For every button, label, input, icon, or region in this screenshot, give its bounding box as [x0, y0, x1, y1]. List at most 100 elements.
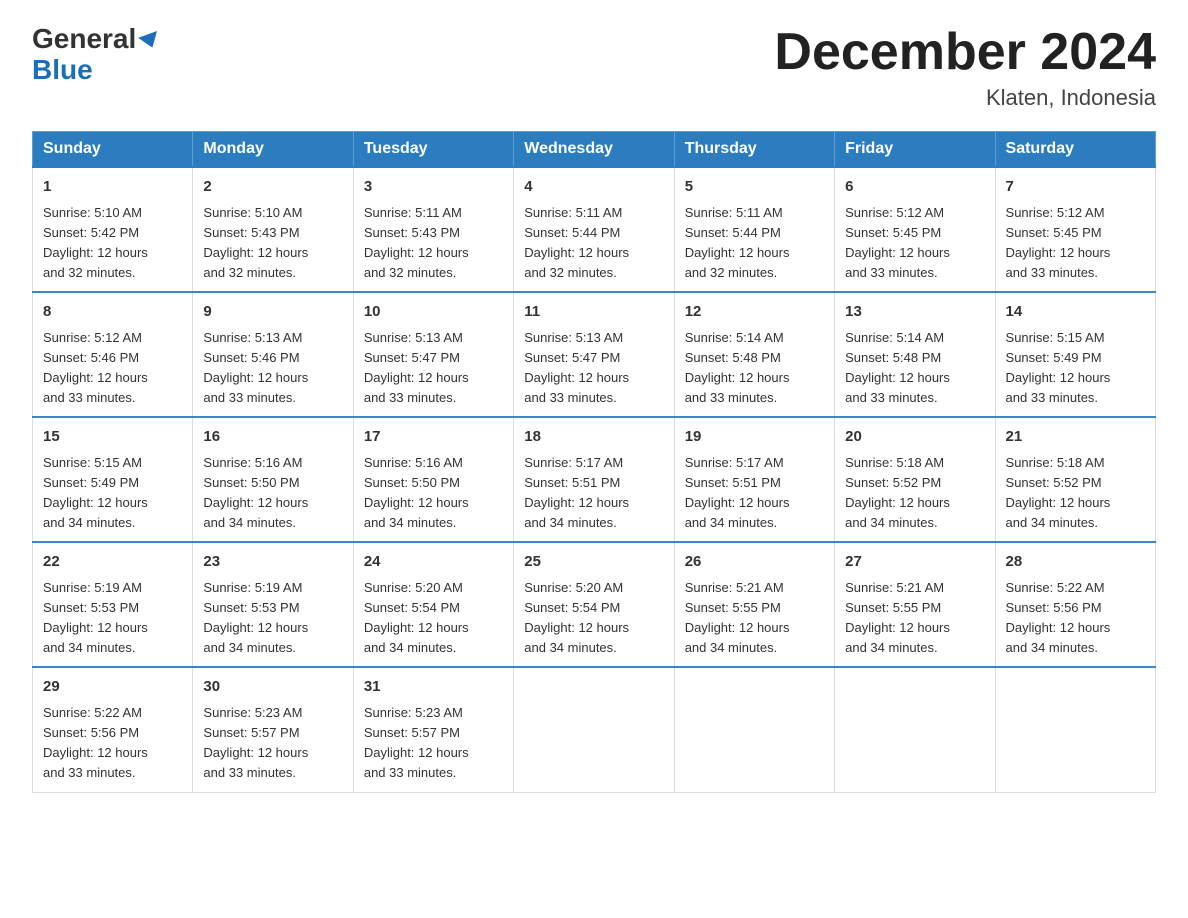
day-number: 30 — [203, 676, 342, 699]
calendar-week-row: 22 Sunrise: 5:19 AMSunset: 5:53 PMDaylig… — [33, 542, 1156, 667]
calendar-cell — [995, 667, 1155, 792]
day-number: 11 — [524, 301, 663, 324]
calendar-cell: 9 Sunrise: 5:13 AMSunset: 5:46 PMDayligh… — [193, 292, 353, 417]
day-number: 10 — [364, 301, 503, 324]
calendar-cell: 17 Sunrise: 5:16 AMSunset: 5:50 PMDaylig… — [353, 417, 513, 542]
calendar-cell — [835, 667, 995, 792]
day-info: Sunrise: 5:17 AMSunset: 5:51 PMDaylight:… — [685, 455, 790, 530]
calendar-cell: 27 Sunrise: 5:21 AMSunset: 5:55 PMDaylig… — [835, 542, 995, 667]
day-info: Sunrise: 5:21 AMSunset: 5:55 PMDaylight:… — [685, 580, 790, 655]
day-number: 12 — [685, 301, 824, 324]
calendar-header-row: SundayMondayTuesdayWednesdayThursdayFrid… — [33, 132, 1156, 168]
day-info: Sunrise: 5:19 AMSunset: 5:53 PMDaylight:… — [43, 580, 148, 655]
day-info: Sunrise: 5:20 AMSunset: 5:54 PMDaylight:… — [364, 580, 469, 655]
logo: General Blue — [32, 24, 160, 86]
day-info: Sunrise: 5:18 AMSunset: 5:52 PMDaylight:… — [1006, 455, 1111, 530]
page-header: General Blue December 2024 Klaten, Indon… — [32, 24, 1156, 111]
calendar-cell: 31 Sunrise: 5:23 AMSunset: 5:57 PMDaylig… — [353, 667, 513, 792]
calendar-week-row: 1 Sunrise: 5:10 AMSunset: 5:42 PMDayligh… — [33, 167, 1156, 292]
day-header-thursday: Thursday — [674, 132, 834, 168]
day-info: Sunrise: 5:15 AMSunset: 5:49 PMDaylight:… — [1006, 330, 1111, 405]
day-info: Sunrise: 5:12 AMSunset: 5:45 PMDaylight:… — [1006, 205, 1111, 280]
calendar-cell: 23 Sunrise: 5:19 AMSunset: 5:53 PMDaylig… — [193, 542, 353, 667]
day-number: 31 — [364, 676, 503, 699]
day-number: 2 — [203, 176, 342, 199]
calendar-cell: 13 Sunrise: 5:14 AMSunset: 5:48 PMDaylig… — [835, 292, 995, 417]
day-number: 4 — [524, 176, 663, 199]
day-info: Sunrise: 5:16 AMSunset: 5:50 PMDaylight:… — [203, 455, 308, 530]
day-info: Sunrise: 5:21 AMSunset: 5:55 PMDaylight:… — [845, 580, 950, 655]
day-number: 25 — [524, 551, 663, 574]
day-info: Sunrise: 5:15 AMSunset: 5:49 PMDaylight:… — [43, 455, 148, 530]
calendar-cell: 1 Sunrise: 5:10 AMSunset: 5:42 PMDayligh… — [33, 167, 193, 292]
day-number: 23 — [203, 551, 342, 574]
day-number: 17 — [364, 426, 503, 449]
day-info: Sunrise: 5:11 AMSunset: 5:44 PMDaylight:… — [524, 205, 629, 280]
day-info: Sunrise: 5:17 AMSunset: 5:51 PMDaylight:… — [524, 455, 629, 530]
day-number: 18 — [524, 426, 663, 449]
day-number: 29 — [43, 676, 182, 699]
calendar-cell: 25 Sunrise: 5:20 AMSunset: 5:54 PMDaylig… — [514, 542, 674, 667]
day-number: 16 — [203, 426, 342, 449]
day-number: 6 — [845, 176, 984, 199]
day-number: 21 — [1006, 426, 1145, 449]
calendar-cell: 15 Sunrise: 5:15 AMSunset: 5:49 PMDaylig… — [33, 417, 193, 542]
day-number: 20 — [845, 426, 984, 449]
calendar-cell — [514, 667, 674, 792]
day-info: Sunrise: 5:18 AMSunset: 5:52 PMDaylight:… — [845, 455, 950, 530]
calendar-cell — [674, 667, 834, 792]
day-info: Sunrise: 5:13 AMSunset: 5:47 PMDaylight:… — [524, 330, 629, 405]
calendar-cell: 18 Sunrise: 5:17 AMSunset: 5:51 PMDaylig… — [514, 417, 674, 542]
calendar-cell: 10 Sunrise: 5:13 AMSunset: 5:47 PMDaylig… — [353, 292, 513, 417]
day-number: 1 — [43, 176, 182, 199]
day-number: 24 — [364, 551, 503, 574]
day-number: 28 — [1006, 551, 1145, 574]
day-info: Sunrise: 5:10 AMSunset: 5:43 PMDaylight:… — [203, 205, 308, 280]
day-info: Sunrise: 5:23 AMSunset: 5:57 PMDaylight:… — [364, 705, 469, 780]
calendar-cell: 3 Sunrise: 5:11 AMSunset: 5:43 PMDayligh… — [353, 167, 513, 292]
day-header-sunday: Sunday — [33, 132, 193, 168]
day-info: Sunrise: 5:22 AMSunset: 5:56 PMDaylight:… — [43, 705, 148, 780]
day-number: 19 — [685, 426, 824, 449]
calendar-cell: 12 Sunrise: 5:14 AMSunset: 5:48 PMDaylig… — [674, 292, 834, 417]
day-number: 26 — [685, 551, 824, 574]
calendar-week-row: 8 Sunrise: 5:12 AMSunset: 5:46 PMDayligh… — [33, 292, 1156, 417]
calendar-cell: 30 Sunrise: 5:23 AMSunset: 5:57 PMDaylig… — [193, 667, 353, 792]
calendar-cell: 19 Sunrise: 5:17 AMSunset: 5:51 PMDaylig… — [674, 417, 834, 542]
day-number: 14 — [1006, 301, 1145, 324]
day-info: Sunrise: 5:12 AMSunset: 5:45 PMDaylight:… — [845, 205, 950, 280]
calendar-cell: 4 Sunrise: 5:11 AMSunset: 5:44 PMDayligh… — [514, 167, 674, 292]
day-header-wednesday: Wednesday — [514, 132, 674, 168]
day-number: 15 — [43, 426, 182, 449]
calendar-cell: 11 Sunrise: 5:13 AMSunset: 5:47 PMDaylig… — [514, 292, 674, 417]
logo-triangle-icon — [138, 31, 162, 51]
calendar-cell: 28 Sunrise: 5:22 AMSunset: 5:56 PMDaylig… — [995, 542, 1155, 667]
day-info: Sunrise: 5:16 AMSunset: 5:50 PMDaylight:… — [364, 455, 469, 530]
day-number: 8 — [43, 301, 182, 324]
day-number: 22 — [43, 551, 182, 574]
day-number: 5 — [685, 176, 824, 199]
day-info: Sunrise: 5:13 AMSunset: 5:46 PMDaylight:… — [203, 330, 308, 405]
calendar-cell: 26 Sunrise: 5:21 AMSunset: 5:55 PMDaylig… — [674, 542, 834, 667]
day-header-tuesday: Tuesday — [353, 132, 513, 168]
day-info: Sunrise: 5:13 AMSunset: 5:47 PMDaylight:… — [364, 330, 469, 405]
calendar-table: SundayMondayTuesdayWednesdayThursdayFrid… — [32, 131, 1156, 792]
day-info: Sunrise: 5:10 AMSunset: 5:42 PMDaylight:… — [43, 205, 148, 280]
calendar-week-row: 15 Sunrise: 5:15 AMSunset: 5:49 PMDaylig… — [33, 417, 1156, 542]
location: Klaten, Indonesia — [774, 85, 1156, 111]
day-number: 3 — [364, 176, 503, 199]
day-info: Sunrise: 5:14 AMSunset: 5:48 PMDaylight:… — [845, 330, 950, 405]
calendar-cell: 2 Sunrise: 5:10 AMSunset: 5:43 PMDayligh… — [193, 167, 353, 292]
calendar-cell: 22 Sunrise: 5:19 AMSunset: 5:53 PMDaylig… — [33, 542, 193, 667]
calendar-cell: 7 Sunrise: 5:12 AMSunset: 5:45 PMDayligh… — [995, 167, 1155, 292]
month-title: December 2024 — [774, 24, 1156, 81]
day-header-friday: Friday — [835, 132, 995, 168]
day-number: 7 — [1006, 176, 1145, 199]
calendar-cell: 29 Sunrise: 5:22 AMSunset: 5:56 PMDaylig… — [33, 667, 193, 792]
calendar-cell: 20 Sunrise: 5:18 AMSunset: 5:52 PMDaylig… — [835, 417, 995, 542]
calendar-week-row: 29 Sunrise: 5:22 AMSunset: 5:56 PMDaylig… — [33, 667, 1156, 792]
day-number: 9 — [203, 301, 342, 324]
day-info: Sunrise: 5:20 AMSunset: 5:54 PMDaylight:… — [524, 580, 629, 655]
day-info: Sunrise: 5:23 AMSunset: 5:57 PMDaylight:… — [203, 705, 308, 780]
day-info: Sunrise: 5:11 AMSunset: 5:44 PMDaylight:… — [685, 205, 790, 280]
